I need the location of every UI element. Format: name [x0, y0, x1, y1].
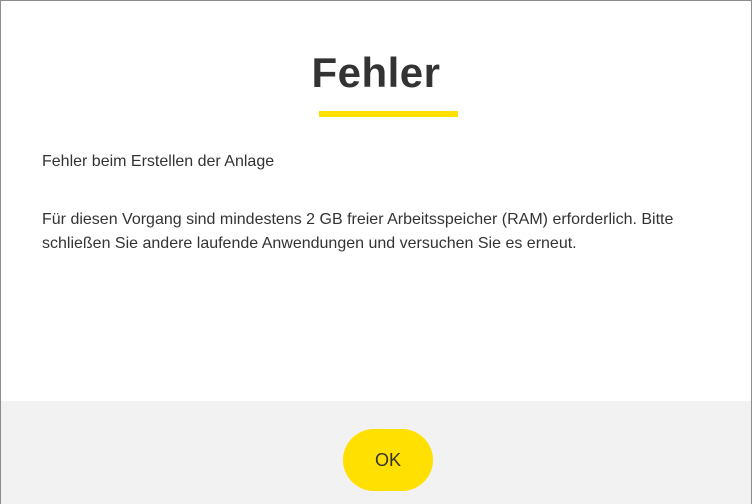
error-subtitle: Fehler beim Erstellen der Anlage: [42, 153, 275, 170]
error-dialog: Fehler Fehler beim Erstellen der Anlage …: [0, 0, 752, 504]
ok-button[interactable]: OK: [343, 429, 433, 491]
error-message: Für diesen Vorgang sind mindestens 2 GB …: [42, 211, 674, 252]
dialog-title: Fehler: [311, 49, 441, 96]
title-underline: [319, 111, 458, 117]
